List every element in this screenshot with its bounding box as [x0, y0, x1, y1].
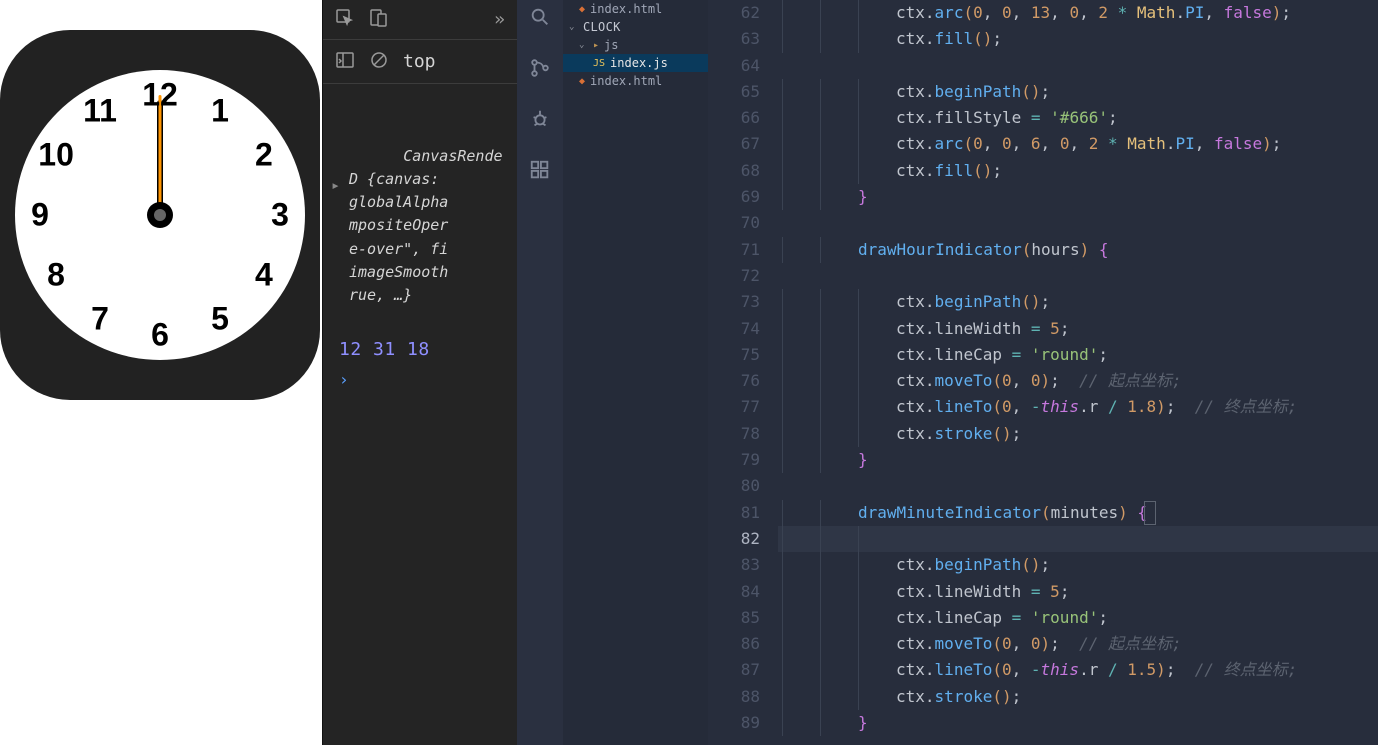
clock-numeral: 2	[255, 137, 273, 174]
console-logged-values: 12 31 18	[329, 331, 511, 360]
clock-pin-inner	[154, 209, 166, 221]
browser-preview-pane: 12 12 3 45 6 78 9 1011	[0, 0, 322, 745]
clock-numeral: 9	[31, 197, 49, 234]
folder-js[interactable]: ⌄ ▸ js	[563, 36, 708, 54]
devtools-toolbar: »	[323, 0, 517, 40]
explorer-tree[interactable]: ◆ index.html ⌄ CLOCK ⌄ ▸ js JS index.js …	[563, 0, 708, 745]
folder-clock[interactable]: ⌄ CLOCK	[563, 18, 708, 36]
clock-numeral: 6	[151, 317, 169, 354]
extensions-icon[interactable]	[529, 159, 551, 184]
clock-numeral: 11	[83, 93, 117, 130]
console-logged-object[interactable]: ▸ CanvasRende D {canvas: globalAlpha mpo…	[329, 98, 511, 331]
activity-bar	[517, 0, 563, 745]
clock-numeral: 10	[38, 137, 74, 174]
js-file-icon: JS	[593, 58, 605, 69]
console-output[interactable]: ▸ CanvasRende D {canvas: globalAlpha mpo…	[323, 84, 517, 745]
html-file-icon: ◆	[579, 4, 585, 15]
clock-numeral: 12	[142, 77, 178, 114]
expand-arrow-icon[interactable]: ▸	[331, 174, 340, 197]
clear-console-icon[interactable]	[369, 50, 389, 74]
inspect-element-icon[interactable]	[335, 8, 355, 32]
devtools-console-toolbar: top	[323, 40, 517, 84]
file-index-html-bottom[interactable]: ◆ index.html	[563, 72, 708, 90]
vscode-pane: ◆ index.html ⌄ CLOCK ⌄ ▸ js JS index.js …	[517, 0, 1378, 745]
file-index-html-top[interactable]: ◆ index.html	[563, 0, 708, 18]
clock-numeral: 5	[211, 300, 229, 337]
execution-context-selector[interactable]: top	[403, 51, 436, 72]
debug-icon[interactable]	[529, 108, 551, 133]
chevron-down-icon: ⌄	[569, 22, 578, 32]
source-control-icon[interactable]	[529, 57, 551, 82]
devtools-panel: » top ▸ CanvasRende D {canvas: globalAlp…	[322, 0, 517, 745]
line-number-gutter: 6263646566676869707172737475767778798081…	[708, 0, 778, 745]
code-editor[interactable]: 6263646566676869707172737475767778798081…	[708, 0, 1378, 745]
device-toolbar-icon[interactable]	[369, 8, 389, 32]
clock-face: 12 12 3 45 6 78 9 1011	[15, 70, 305, 360]
console-sidebar-toggle-icon[interactable]	[335, 50, 355, 74]
search-icon[interactable]	[529, 6, 551, 31]
clock-numeral: 1	[211, 93, 229, 130]
html-file-icon: ◆	[579, 76, 585, 87]
folder-icon: ▸	[593, 40, 599, 51]
clock-widget: 12 12 3 45 6 78 9 1011	[0, 30, 320, 400]
clock-numeral: 8	[47, 257, 65, 294]
clock-numeral: 7	[91, 300, 109, 337]
file-index-js[interactable]: JS index.js	[563, 54, 708, 72]
clock-numeral: 4	[255, 257, 273, 294]
clock-numeral: 3	[271, 197, 289, 234]
console-prompt[interactable]: ›	[329, 360, 511, 389]
overflow-icon[interactable]: »	[494, 11, 505, 29]
code-content[interactable]: ctx.arc(0, 0, 13, 0, 2 * Math.PI, false)…	[778, 0, 1378, 745]
chevron-down-icon: ⌄	[579, 40, 588, 50]
